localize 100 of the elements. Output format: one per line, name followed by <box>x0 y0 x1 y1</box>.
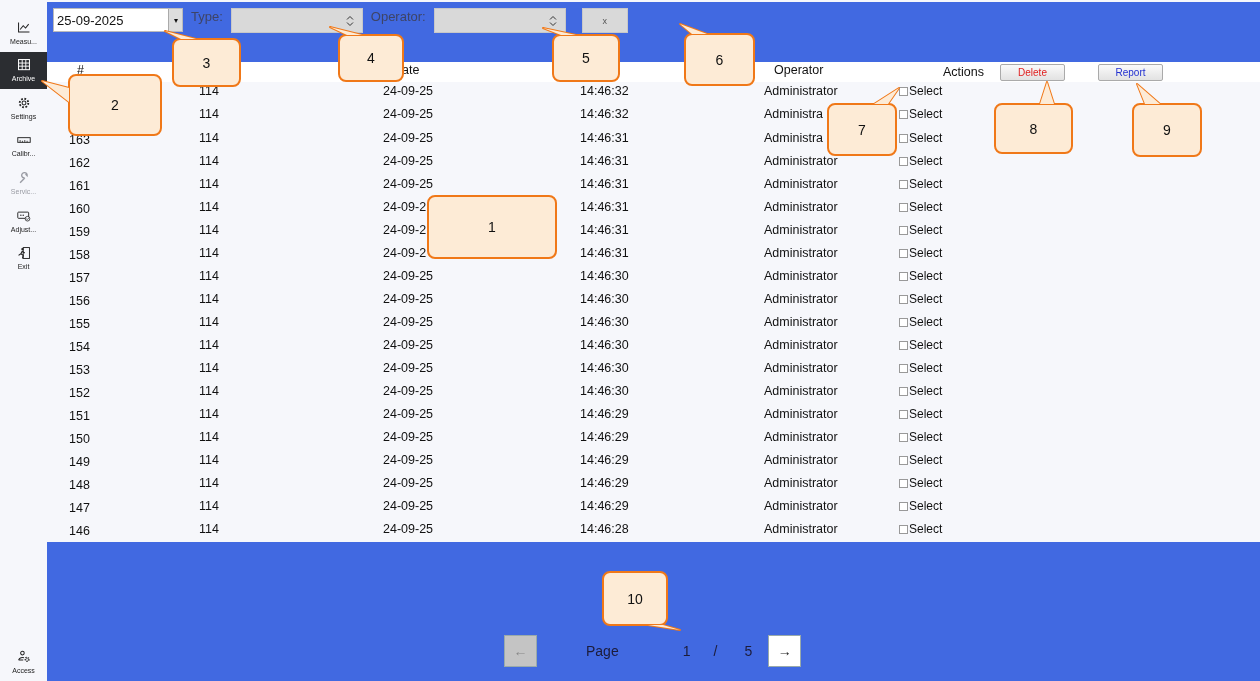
select-checkbox[interactable]: Select <box>899 499 943 514</box>
table-cell: 114 <box>199 246 219 261</box>
select-checkbox[interactable]: Select <box>899 430 943 445</box>
table-cell: 114 <box>199 430 219 445</box>
table-cell: 14:46:32 <box>580 107 629 122</box>
table-cell: 24-09-25 <box>383 177 434 192</box>
table-cell: Administrator <box>764 154 838 169</box>
up-down-icon <box>345 14 354 27</box>
table-cell: 114 <box>199 315 219 330</box>
table-cell: 151 <box>69 409 90 424</box>
dropdown-button[interactable]: ▾ <box>168 9 182 31</box>
select-checkbox[interactable]: Select <box>899 269 943 284</box>
table-cell: Administrator <box>764 177 838 192</box>
table-cell: 24-09-25 <box>383 522 434 537</box>
table-cell: 158 <box>69 248 90 263</box>
exit-icon <box>16 246 31 261</box>
table-cell: 14:46:32 <box>580 84 629 99</box>
table-cell: 114 <box>199 522 219 537</box>
select-checkbox[interactable]: Select <box>899 107 943 122</box>
access-icon <box>16 650 31 665</box>
table-cell: 24-09-25 <box>383 338 434 353</box>
select-checkbox[interactable]: Select <box>899 361 943 376</box>
column-header: Operator <box>774 63 824 77</box>
table-cell: 160 <box>69 202 90 217</box>
table-cell: 14:46:30 <box>580 269 629 284</box>
select-checkbox[interactable]: Select <box>899 84 943 99</box>
table-cell: 156 <box>69 294 90 309</box>
table-cell: 114 <box>199 131 219 146</box>
table-cell: 14:46:30 <box>580 338 629 353</box>
type-dropdown[interactable] <box>230 8 363 33</box>
select-checkbox[interactable]: Select <box>899 453 943 468</box>
table-cell: 159 <box>69 225 90 240</box>
table-cell: 24-09-25 <box>383 269 434 284</box>
report-button[interactable]: Report <box>1098 63 1163 81</box>
table-cell: 14:46:30 <box>580 315 629 330</box>
total-pages: 5 <box>744 643 753 659</box>
clear-button[interactable]: x <box>581 8 628 33</box>
select-checkbox[interactable]: Select <box>899 384 943 399</box>
table-cell: 24-09-25 <box>383 292 434 307</box>
table-cell: Administrator <box>764 246 838 261</box>
table-cell: 14:46:31 <box>580 246 629 261</box>
column-header: # <box>77 63 84 77</box>
table-cell: 149 <box>69 455 90 470</box>
table-cell: 24-09-25 <box>383 499 434 514</box>
table-cell: Administrator <box>764 499 838 514</box>
select-checkbox[interactable]: Select <box>899 223 943 238</box>
table-cell: 14:46:31 <box>580 200 629 215</box>
table-cell: 24-09-25 <box>383 430 434 445</box>
select-checkbox[interactable]: Select <box>899 292 943 307</box>
table-cell: Administrator <box>764 315 838 330</box>
table-cell: Administrator <box>764 200 838 215</box>
table-cell: 153 <box>69 363 90 378</box>
callout-number: 4 <box>367 50 375 66</box>
select-checkbox[interactable]: Select <box>899 131 943 146</box>
table-cell: 14:46:29 <box>580 476 629 491</box>
select-checkbox[interactable]: Select <box>899 177 943 192</box>
table-cell: 114 <box>199 476 219 491</box>
table-cell: 162 <box>69 156 90 171</box>
select-checkbox[interactable]: Select <box>899 338 943 353</box>
table-cell: 14:46:29 <box>580 407 629 422</box>
table-cell: 14:46:31 <box>580 177 629 192</box>
table-cell: 114 <box>199 177 219 192</box>
table-cell: 147 <box>69 501 90 516</box>
select-checkbox[interactable]: Select <box>899 200 943 215</box>
table-cell: 14:46:30 <box>580 361 629 376</box>
table-cell: Administrator <box>764 384 838 399</box>
current-page: 1 <box>682 643 691 659</box>
callout-number: 9 <box>1163 122 1171 138</box>
table-cell: Administrator <box>764 476 838 491</box>
up-down-icon <box>548 14 557 27</box>
table-cell: Administrator <box>764 84 838 99</box>
select-checkbox[interactable]: Select <box>899 154 943 169</box>
callout-number: 5 <box>582 50 590 66</box>
table-cell: 146 <box>69 524 90 539</box>
table-cell: 24-09-25 <box>383 154 434 169</box>
date-picker[interactable]: 25-09-2025 ▾ <box>53 8 183 32</box>
table-cell: 114 <box>199 453 219 468</box>
operator-dropdown[interactable] <box>433 8 566 33</box>
select-checkbox[interactable]: Select <box>899 315 943 330</box>
table-cell: Administrator <box>764 269 838 284</box>
table-cell: 148 <box>69 478 90 493</box>
table-cell: 114 <box>199 407 219 422</box>
table-cell: 14:46:30 <box>580 384 629 399</box>
next-page-button[interactable]: → <box>768 635 802 667</box>
table-cell: Administrator <box>764 522 838 537</box>
table-cell: Administrator <box>764 430 838 445</box>
select-checkbox[interactable]: Select <box>899 476 943 491</box>
table-cell: 24-09-2 <box>383 223 427 238</box>
table-cell: 14:46:29 <box>580 430 629 445</box>
filter-label: Type: <box>191 9 223 24</box>
adjust-icon <box>16 208 31 223</box>
table-cell: 161 <box>69 179 90 194</box>
delete-button[interactable]: Delete <box>1000 63 1065 81</box>
select-checkbox[interactable]: Select <box>899 246 943 261</box>
select-checkbox[interactable]: Select <box>899 407 943 422</box>
table-cell: 14:46:29 <box>580 453 629 468</box>
table-cell: 114 <box>199 499 219 514</box>
select-checkbox[interactable]: Select <box>899 522 943 537</box>
table-cell: 24-09-25 <box>383 453 434 468</box>
table-cell: 24-09-25 <box>383 361 434 376</box>
